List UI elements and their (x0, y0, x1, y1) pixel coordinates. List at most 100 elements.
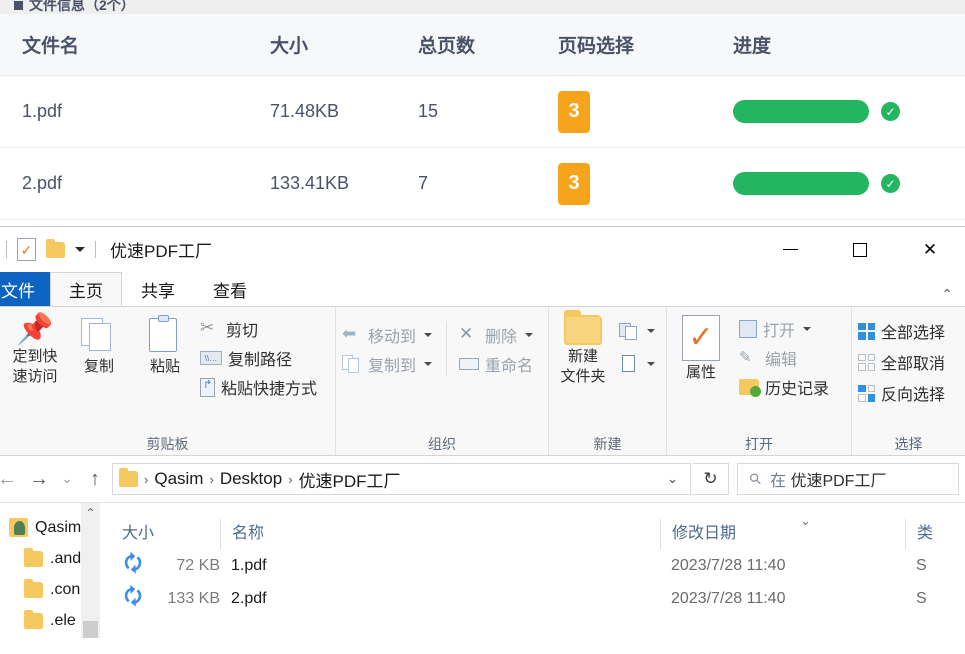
chevron-down-icon[interactable] (647, 329, 655, 333)
chevron-down-icon: ⌄ (61, 471, 73, 486)
paste-shortcut-label: 粘贴快捷方式 (221, 381, 318, 398)
list-column-name[interactable]: 名称 (220, 519, 660, 549)
copy-to-icon (342, 354, 362, 374)
open-button[interactable]: 打开 (739, 317, 829, 341)
breadcrumb-item-desktop[interactable]: Desktop (220, 469, 282, 489)
paste-button[interactable]: 粘贴 (134, 315, 196, 375)
breadcrumb-item-current[interactable]: 优速PDF工厂 (299, 467, 401, 492)
chevron-down-icon[interactable] (647, 362, 655, 366)
pdf-table-header: 文件名 大小 总页数 页码选择 进度 (0, 14, 965, 76)
breadcrumb[interactable]: › Qasim › Desktop › 优速PDF工厂 ⌄ (112, 463, 691, 495)
open-small-commands: 打开 ✎ 编辑 历史记录 (739, 315, 829, 399)
tab-file[interactable]: 文件 (0, 272, 50, 306)
list-column-type[interactable]: 类 (905, 519, 965, 549)
cell-pagecount: 7 (418, 173, 429, 193)
table-row[interactable]: 2.pdf 133.41KB 7 3 ✓ (0, 148, 965, 220)
search-placeholder: 在 优速PDF工厂 (770, 473, 887, 490)
edit-button[interactable]: ✎ 编辑 (739, 346, 829, 370)
progress-bar (733, 172, 869, 195)
tab-home[interactable]: 主页 (50, 272, 122, 306)
search-input[interactable]: ⚲ 在 优速PDF工厂 (737, 463, 959, 495)
table-row[interactable]: 1.pdf 71.48KB 15 3 ✓ (0, 76, 965, 148)
delete-icon: ✕ (459, 324, 474, 343)
page-selection-badge[interactable]: 3 (558, 90, 590, 133)
ribbon-group-select: 全部选择 全部取消 反向选择 选择 (851, 307, 965, 455)
scrollbar-thumb[interactable] (83, 621, 98, 638)
file-type-cell: S (916, 556, 927, 574)
pin-to-quick-access-button[interactable]: 📌 定到快 速访问 (6, 315, 64, 386)
list-column-size[interactable]: 大小 (100, 519, 220, 549)
chevron-down-icon[interactable] (75, 247, 85, 252)
group-label-organize: 组织 (428, 436, 456, 452)
document-check-icon[interactable] (17, 238, 36, 261)
arrow-up-icon: ↑ (90, 467, 100, 490)
history-button[interactable]: 历史记录 (739, 375, 829, 399)
address-dropdown-icon[interactable]: ⌄ (661, 471, 684, 487)
chevron-down-icon[interactable] (525, 333, 534, 337)
paste-shortcut-button[interactable]: 粘贴快捷方式 (200, 375, 317, 399)
nav-pane-scrollbar[interactable]: ⌃ (81, 503, 100, 638)
forward-button[interactable]: → (24, 464, 54, 494)
window-controls: ✕ (755, 227, 965, 272)
delete-button[interactable]: ✕ 删除 (459, 323, 534, 347)
scroll-up-icon[interactable]: ⌃ (81, 503, 100, 523)
copy-to-button[interactable]: 复制到 (342, 352, 433, 376)
easy-access-icon (619, 321, 639, 341)
rename-button[interactable]: 重命名 (459, 352, 533, 376)
chevron-down-icon[interactable] (424, 333, 433, 337)
new-folder-button[interactable]: 新建 文件夹 (555, 310, 611, 385)
move-to-label: 移动到 (368, 329, 417, 346)
list-column-date[interactable]: 修改日期 (660, 519, 905, 549)
ribbon-group-new: 新建 文件夹 新建 (548, 307, 666, 455)
ribbon-collapse-icon[interactable]: ⌃ (941, 286, 953, 303)
ribbon-tabs: 文件 主页 共享 查看 ⌃ (0, 272, 965, 306)
nav-item-label: Qasim (35, 518, 82, 536)
folder-icon[interactable] (46, 238, 65, 258)
file-type-cell: S (916, 589, 927, 607)
properties-label: 属性 (685, 364, 716, 381)
invert-selection-button[interactable]: 反向选择 (858, 381, 945, 405)
page-selection-badge[interactable]: 3 (558, 162, 590, 205)
quick-access-toolbar (0, 238, 96, 261)
new-item-icon (619, 354, 639, 374)
clipboard-small-commands: ✂ 剪切 \\… 复制路径 粘贴快捷方式 (200, 315, 317, 399)
up-button[interactable]: ↑ (80, 464, 110, 494)
easy-access-button[interactable] (619, 319, 655, 343)
copy-button[interactable]: 复制 (68, 315, 130, 375)
ribbon: 📌 定到快 速访问 复制 粘贴 ✂ 剪切 \\… 复制路径 ↱ 粘贴快捷方式 剪… (0, 306, 965, 456)
copy-path-button[interactable]: \\… 复制路径 (200, 346, 317, 370)
column-header-filename: 文件名 (22, 36, 80, 57)
cut-button[interactable]: ✂ 剪切 (200, 317, 317, 341)
back-button[interactable]: ← (0, 464, 22, 494)
nav-item-label: .con (50, 580, 81, 598)
ribbon-group-organize: ⬅ 移动到 复制到 ✕ 删除 重命名 组织 (335, 307, 548, 455)
folder-icon (24, 547, 43, 567)
new-item-button[interactable] (619, 352, 655, 376)
refresh-button[interactable]: ↻ (693, 463, 729, 495)
cell-size: 133.41KB (270, 173, 350, 193)
group-label-open: 打开 (745, 436, 773, 452)
breadcrumb-item-user[interactable]: Qasim (154, 469, 203, 489)
cell-pageselect: 3 (558, 90, 733, 133)
select-none-button[interactable]: 全部取消 (858, 350, 945, 374)
select-commands: 全部选择 全部取消 反向选择 (858, 315, 945, 405)
tab-share[interactable]: 共享 (122, 272, 194, 306)
move-to-button[interactable]: ⬅ 移动到 (342, 323, 433, 347)
breadcrumb-separator: › (288, 471, 293, 487)
chevron-down-icon[interactable] (424, 362, 433, 366)
close-button[interactable]: ✕ (895, 227, 965, 272)
select-all-button[interactable]: 全部选择 (858, 319, 945, 343)
pdf-icon: 🗘 (124, 585, 142, 608)
maximize-button[interactable] (825, 227, 895, 272)
recent-locations-button[interactable]: ⌄ (56, 464, 78, 494)
minimize-button[interactable] (755, 227, 825, 272)
success-check-icon: ✓ (881, 102, 900, 121)
tab-view[interactable]: 查看 (194, 272, 266, 306)
list-item[interactable]: 🗘 133 KB 2.pdf 2023/7/28 11:40 S (100, 582, 965, 615)
properties-button[interactable]: 属性 (673, 315, 729, 384)
list-item[interactable]: 🗘 72 KB 1.pdf 2023/7/28 11:40 S (100, 549, 965, 582)
chevron-down-icon[interactable] (803, 327, 812, 331)
paste-icon (145, 315, 185, 355)
edit-label: 编辑 (765, 352, 798, 369)
new-folder-icon (564, 310, 602, 345)
